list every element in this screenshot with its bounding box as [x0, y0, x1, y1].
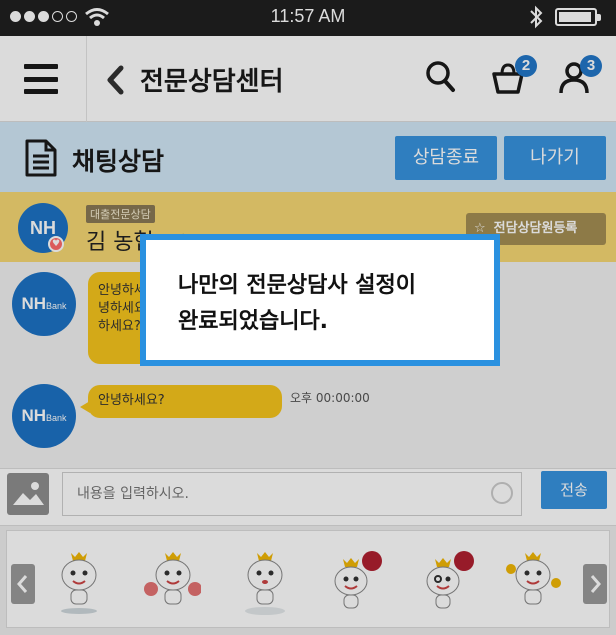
- dialog-message-line-1: 나만의 전문상담사 설정이: [178, 273, 416, 298]
- confirmation-dialog: 나만의 전문상담사 설정이 완료되었습니다.: [140, 234, 500, 366]
- dialog-message-line-2: 완료되었습니다.: [178, 309, 329, 334]
- dialog-body: 나만의 전문상담사 설정이 완료되었습니다.: [146, 240, 494, 360]
- app-screen: 11:57 AM 전문상담센터 2 3 채팅상담 상담종료 나가기 NH ♥ 대…: [0, 0, 616, 635]
